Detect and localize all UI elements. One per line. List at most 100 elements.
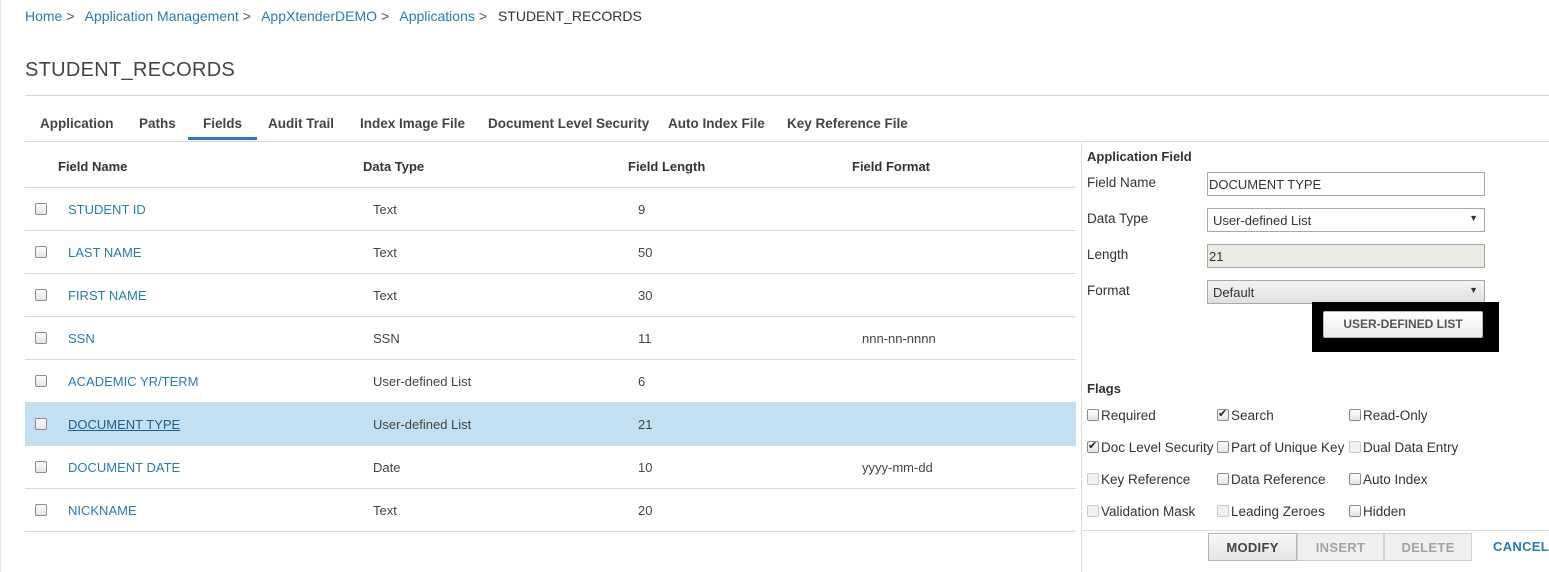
- table-row[interactable]: STUDENT ID Text 9: [25, 188, 1076, 231]
- row-checkbox[interactable]: [35, 418, 47, 430]
- flag-part-of-unique-key[interactable]: Part of Unique Key: [1217, 440, 1344, 455]
- row-checkbox[interactable]: [35, 289, 47, 301]
- flag-data-reference[interactable]: Data Reference: [1217, 472, 1326, 487]
- cell-field-length: 6: [638, 374, 646, 389]
- cell-data-type: Text: [373, 503, 397, 518]
- tab-audit-trail[interactable]: Audit Trail: [268, 116, 334, 131]
- header-data-type[interactable]: Data Type: [363, 159, 424, 174]
- cell-data-type: Date: [373, 460, 401, 475]
- cell-field-length: 30: [638, 288, 653, 303]
- tab-auto-index-file[interactable]: Auto Index File: [668, 116, 765, 131]
- cell-data-type: Text: [373, 245, 397, 260]
- checkbox[interactable]: [1087, 409, 1099, 421]
- user-defined-list-button[interactable]: USER-DEFINED LIST: [1323, 311, 1483, 338]
- checkbox-disabled: [1087, 505, 1099, 517]
- tab-key-reference-file[interactable]: Key Reference File: [787, 116, 908, 131]
- breadcrumb-separator: >: [242, 8, 251, 24]
- field-name-link[interactable]: SSN: [68, 331, 95, 346]
- field-name-link[interactable]: STUDENT ID: [68, 202, 146, 217]
- flag-read-only[interactable]: Read-Only: [1349, 408, 1428, 423]
- checkbox-checked[interactable]: [1217, 407, 1229, 421]
- flag-label: Key Reference: [1101, 472, 1191, 487]
- data-type-label: Data Type: [1087, 211, 1149, 226]
- data-type-select[interactable]: User-defined List ▼: [1207, 208, 1485, 232]
- flag-doc-level-security[interactable]: Doc Level Security: [1087, 439, 1214, 455]
- table-row-selected[interactable]: DOCUMENT TYPE User-defined List 21: [25, 403, 1076, 446]
- breadcrumb-application-management[interactable]: Application Management: [85, 8, 239, 24]
- tab-fields[interactable]: Fields: [187, 116, 258, 140]
- header-field-name[interactable]: Field Name: [58, 159, 127, 174]
- flag-label: Leading Zeroes: [1231, 504, 1325, 519]
- length-input: 21: [1207, 244, 1485, 268]
- format-label: Format: [1087, 283, 1130, 298]
- format-select[interactable]: Default ▼: [1207, 280, 1485, 304]
- field-name-link[interactable]: NICKNAME: [68, 503, 137, 518]
- checkbox[interactable]: [1349, 409, 1361, 421]
- row-checkbox[interactable]: [35, 246, 47, 258]
- breadcrumb-applications[interactable]: Applications: [399, 8, 475, 24]
- cell-field-length: 20: [638, 503, 653, 518]
- flag-label: Dual Data Entry: [1363, 440, 1459, 455]
- cell-data-type: User-defined List: [373, 417, 472, 432]
- breadcrumb-separator: >: [381, 8, 390, 24]
- row-checkbox[interactable]: [35, 461, 47, 473]
- tab-paths[interactable]: Paths: [139, 116, 176, 131]
- row-checkbox[interactable]: [35, 375, 47, 387]
- table-row[interactable]: DOCUMENT DATE Date 10 yyyy-mm-dd: [25, 446, 1076, 489]
- cell-data-type: SSN: [373, 331, 400, 346]
- header-field-format[interactable]: Field Format: [852, 159, 930, 174]
- flag-label: Hidden: [1363, 504, 1406, 519]
- checkbox[interactable]: [1349, 473, 1361, 485]
- field-name-input[interactable]: DOCUMENT TYPE: [1207, 172, 1485, 196]
- table-row[interactable]: FIRST NAME Text 30: [25, 274, 1076, 317]
- cell-field-length: 11: [638, 331, 652, 346]
- flag-hidden[interactable]: Hidden: [1349, 504, 1406, 519]
- field-name-link[interactable]: FIRST NAME: [68, 288, 147, 303]
- cell-field-format: nnn-nn-nnnn: [862, 331, 936, 346]
- checkbox[interactable]: [1217, 473, 1229, 485]
- panel-divider: [1081, 141, 1082, 572]
- cancel-button[interactable]: CANCEL: [1493, 539, 1549, 554]
- flag-dual-data-entry: Dual Data Entry: [1349, 440, 1458, 455]
- flag-label: Required: [1101, 408, 1156, 423]
- data-type-value: User-defined List: [1213, 213, 1312, 228]
- header-field-length[interactable]: Field Length: [628, 159, 705, 174]
- breadcrumb: Home > Application Management > AppXtender…: [25, 8, 642, 24]
- field-name-link[interactable]: LAST NAME: [68, 245, 141, 260]
- breadcrumb-separator: >: [478, 8, 488, 24]
- flag-search[interactable]: Search: [1217, 407, 1274, 423]
- row-checkbox[interactable]: [35, 504, 47, 516]
- checkbox-checked[interactable]: [1087, 439, 1099, 453]
- cell-field-length: 10: [638, 460, 653, 475]
- field-name-link[interactable]: DOCUMENT DATE: [68, 460, 180, 475]
- table-row[interactable]: SSN SSN 11 nnn-nn-nnnn: [25, 317, 1076, 360]
- row-checkbox[interactable]: [35, 203, 47, 215]
- table-row[interactable]: NICKNAME Text 20: [25, 489, 1076, 532]
- flag-validation-mask: Validation Mask: [1087, 504, 1195, 519]
- breadcrumb-appxtenderdemo[interactable]: AppXtenderDEMO: [261, 8, 377, 24]
- flag-label: Doc Level Security: [1101, 440, 1214, 455]
- row-checkbox[interactable]: [35, 332, 47, 344]
- checkbox[interactable]: [1217, 441, 1229, 453]
- breadcrumb-home[interactable]: Home: [25, 8, 62, 24]
- tab-document-level-security[interactable]: Document Level Security: [488, 116, 649, 131]
- table-row[interactable]: ACADEMIC YR/TERM User-defined List 6: [25, 360, 1076, 403]
- delete-button: DELETE: [1384, 533, 1472, 561]
- format-value: Default: [1213, 285, 1255, 300]
- flag-key-reference: Key Reference: [1087, 472, 1190, 487]
- table-row[interactable]: LAST NAME Text 50: [25, 231, 1076, 274]
- cell-field-length: 50: [638, 245, 653, 260]
- field-name-link[interactable]: DOCUMENT TYPE: [68, 417, 180, 432]
- flag-auto-index[interactable]: Auto Index: [1349, 472, 1428, 487]
- caret-down-icon: ▼: [1469, 213, 1478, 223]
- fields-grid: Field Name Data Type Field Length Field …: [25, 145, 1076, 532]
- modify-button[interactable]: MODIFY: [1208, 533, 1297, 561]
- flag-label: Part of Unique Key: [1231, 440, 1345, 455]
- actions-divider: [1082, 530, 1549, 531]
- flag-leading-zeroes: Leading Zeroes: [1217, 504, 1325, 519]
- checkbox[interactable]: [1349, 505, 1361, 517]
- tab-index-image-file[interactable]: Index Image File: [360, 116, 465, 131]
- flag-required[interactable]: Required: [1087, 408, 1156, 423]
- field-name-link[interactable]: ACADEMIC YR/TERM: [68, 374, 199, 389]
- tab-application[interactable]: Application: [40, 116, 114, 131]
